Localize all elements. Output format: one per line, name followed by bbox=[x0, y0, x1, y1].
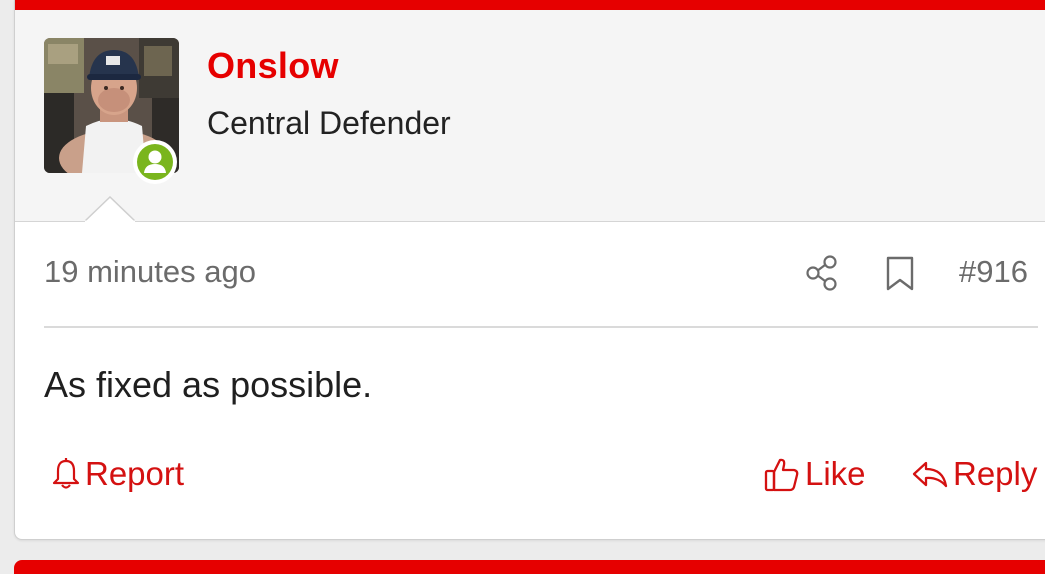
header-pointer-arrow bbox=[85, 196, 135, 222]
online-status-badge bbox=[133, 140, 177, 184]
next-post-accent-bar bbox=[14, 560, 1045, 574]
thumbs-up-icon bbox=[764, 458, 799, 492]
bookmark-icon[interactable] bbox=[883, 256, 917, 292]
reply-button[interactable]: Reply bbox=[911, 452, 1037, 496]
like-button[interactable]: Like bbox=[763, 452, 866, 496]
user-title: Central Defender bbox=[207, 105, 451, 141]
divider bbox=[44, 326, 1038, 328]
report-button[interactable]: Report bbox=[51, 452, 184, 496]
post-message: As fixed as possible. bbox=[44, 364, 373, 405]
share-icon[interactable] bbox=[805, 255, 841, 291]
reply-label: Reply bbox=[953, 455, 1038, 492]
post-timestamp[interactable]: 19 minutes ago bbox=[44, 254, 256, 290]
username-link[interactable]: Onslow bbox=[207, 45, 339, 87]
user-header: Onslow Central Defender bbox=[15, 10, 1045, 222]
post-number-link[interactable]: #916 bbox=[959, 254, 1028, 290]
bell-icon bbox=[52, 458, 80, 489]
like-label: Like bbox=[805, 455, 866, 492]
post-card: Onslow Central Defender 19 minutes ago #… bbox=[14, 0, 1045, 540]
report-label: Report bbox=[85, 455, 185, 492]
reply-arrow-icon bbox=[912, 461, 948, 488]
post-accent-bar bbox=[15, 0, 1045, 10]
user-online-icon bbox=[144, 150, 166, 173]
